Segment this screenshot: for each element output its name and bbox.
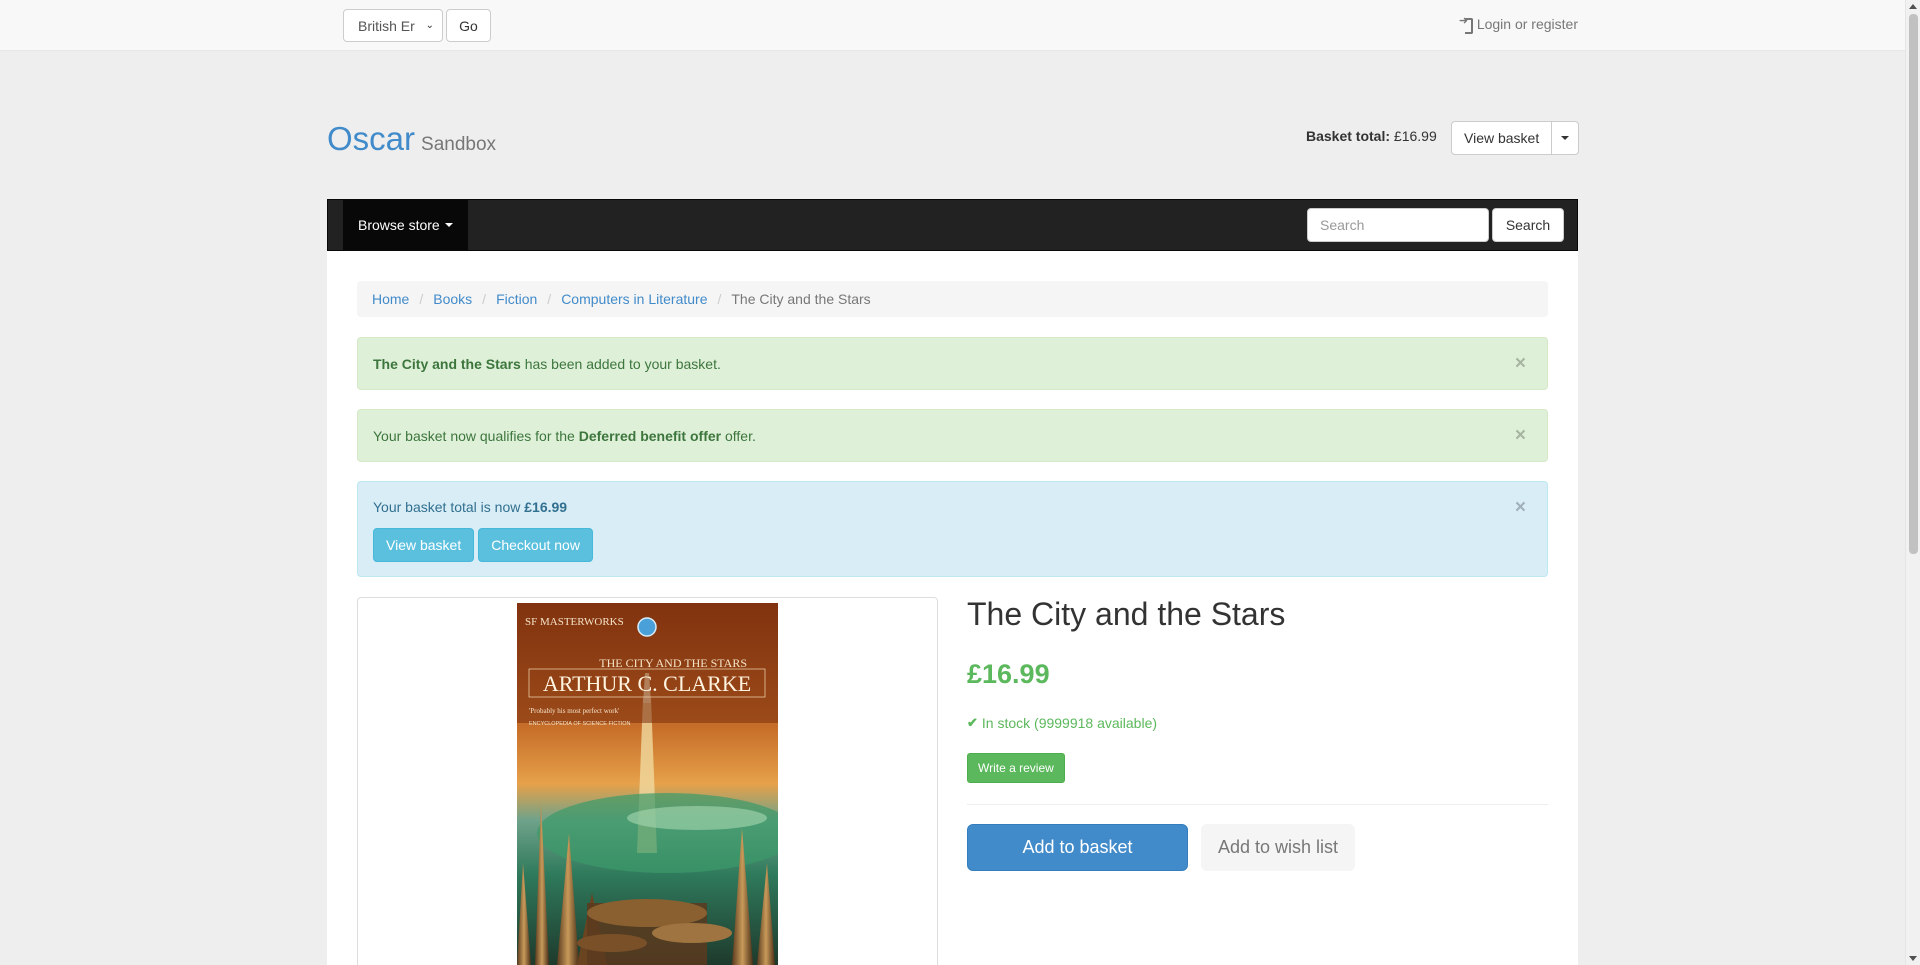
search-placeholder: Search xyxy=(1320,217,1365,233)
basket-button-group: View basket xyxy=(1451,121,1580,155)
scroll-down-arrow-icon[interactable] xyxy=(1909,956,1917,961)
basket-total-value: £16.99 xyxy=(1393,128,1437,144)
basket-dropdown-toggle[interactable] xyxy=(1552,121,1580,155)
search-button[interactable]: Search xyxy=(1492,208,1564,242)
top-bar: British Er ⌄ Go Login or register xyxy=(0,0,1905,51)
write-review-button[interactable]: Write a review xyxy=(967,753,1065,783)
alert-message: The City and the Stars has been added to… xyxy=(373,356,721,372)
brand[interactable]: Oscar Sandbox xyxy=(327,120,496,158)
product-cover-image[interactable]: SF MASTERWORKS THE CITY AND THE STARS AR… xyxy=(517,603,778,965)
stock-text: In stock (9999918 available) xyxy=(981,715,1158,731)
view-basket-button[interactable]: View basket xyxy=(1451,121,1553,155)
alert-basket-total: Your basket total is now £16.99 View bas… xyxy=(357,481,1548,577)
check-icon: ✔ xyxy=(967,715,978,730)
search-input[interactable]: Search xyxy=(1307,208,1489,242)
breadcrumb-separator: / xyxy=(419,291,424,307)
basket-total: Basket total: £16.99 xyxy=(1306,128,1437,144)
brand-name[interactable]: Oscar xyxy=(327,120,415,158)
divider xyxy=(967,804,1548,805)
alert-offer-name: Deferred benefit offer xyxy=(578,427,722,444)
chevron-down-icon: ⌄ xyxy=(425,20,434,31)
product-price: £16.99 xyxy=(967,659,1050,689)
breadcrumb-computers-in-literature[interactable]: Computers in Literature xyxy=(561,291,707,307)
alert-text: Your basket total is now xyxy=(373,499,525,515)
breadcrumb: Home / Books / Fiction / Computers in Li… xyxy=(357,281,1548,317)
breadcrumb-separator: / xyxy=(482,291,487,307)
caret-down-icon xyxy=(444,223,453,227)
breadcrumb-home[interactable]: Home xyxy=(372,291,409,307)
alert-text: Your basket now qualifies for the xyxy=(373,427,579,444)
product-title: The City and the Stars xyxy=(967,596,1286,632)
cover-title: THE CITY AND THE STARS xyxy=(599,656,747,670)
basket-total-label: Basket total: xyxy=(1306,128,1391,144)
cover-series: SF MASTERWORKS xyxy=(525,616,624,628)
scroll-up-arrow-icon[interactable] xyxy=(1909,4,1917,9)
language-select-value: British Er xyxy=(358,17,415,34)
breadcrumb-fiction[interactable]: Fiction xyxy=(496,291,537,307)
scrollbar-thumb[interactable] xyxy=(1909,14,1918,554)
breadcrumb-books[interactable]: Books xyxy=(433,291,472,307)
stock-status: ✔ In stock (9999918 available) xyxy=(967,715,1157,731)
book-cover-art: SF MASTERWORKS THE CITY AND THE STARS AR… xyxy=(517,603,778,965)
alert-actions: View basket Checkout now xyxy=(373,528,593,562)
breadcrumb-current: The City and the Stars xyxy=(731,291,871,307)
alert-total-value: £16.99 xyxy=(524,499,568,515)
close-icon[interactable]: × xyxy=(1515,426,1526,445)
caret-down-icon xyxy=(1561,136,1570,140)
alert-text: offer. xyxy=(721,427,756,444)
alert-view-basket-button[interactable]: View basket xyxy=(373,528,475,562)
language-select[interactable]: British Er ⌄ xyxy=(343,9,443,42)
brand-subtitle: Sandbox xyxy=(421,134,497,155)
breadcrumb-separator: / xyxy=(547,291,552,307)
close-icon[interactable]: × xyxy=(1515,354,1526,373)
add-to-basket-button[interactable]: Add to basket xyxy=(967,824,1188,871)
browse-store-label: Browse store xyxy=(358,217,440,233)
alert-message: Your basket total is now £16.99 xyxy=(373,499,567,515)
login-label: Login or register xyxy=(1476,16,1578,32)
browse-store-dropdown[interactable]: Browse store xyxy=(343,200,468,250)
go-button[interactable]: Go xyxy=(446,9,491,42)
checkout-now-button[interactable]: Checkout now xyxy=(478,528,593,562)
alert-text: has been added to your basket. xyxy=(520,355,721,372)
cover-quote: 'Probably his most perfect work' xyxy=(529,707,619,715)
login-register-link[interactable]: Login or register xyxy=(1459,14,1578,34)
add-to-wishlist-button[interactable]: Add to wish list xyxy=(1201,824,1355,871)
main-navbar: Browse store Search Search xyxy=(327,199,1578,251)
alert-message: Your basket now qualifies for the Deferr… xyxy=(373,428,756,444)
breadcrumb-separator: / xyxy=(717,291,722,307)
alert-product-name: The City and the Stars xyxy=(373,355,521,372)
page-scrollbar[interactable] xyxy=(1905,0,1920,965)
cover-quote-source: ENCYCLOPEDIA OF SCIENCE FICTION xyxy=(529,721,630,727)
alert-added-to-basket: The City and the Stars has been added to… xyxy=(357,337,1548,390)
alert-offer-qualified: Your basket now qualifies for the Deferr… xyxy=(357,409,1548,462)
sign-in-icon xyxy=(1459,14,1473,34)
close-icon[interactable]: × xyxy=(1515,498,1526,517)
cover-author: ARTHUR C. CLARKE xyxy=(543,671,751,696)
